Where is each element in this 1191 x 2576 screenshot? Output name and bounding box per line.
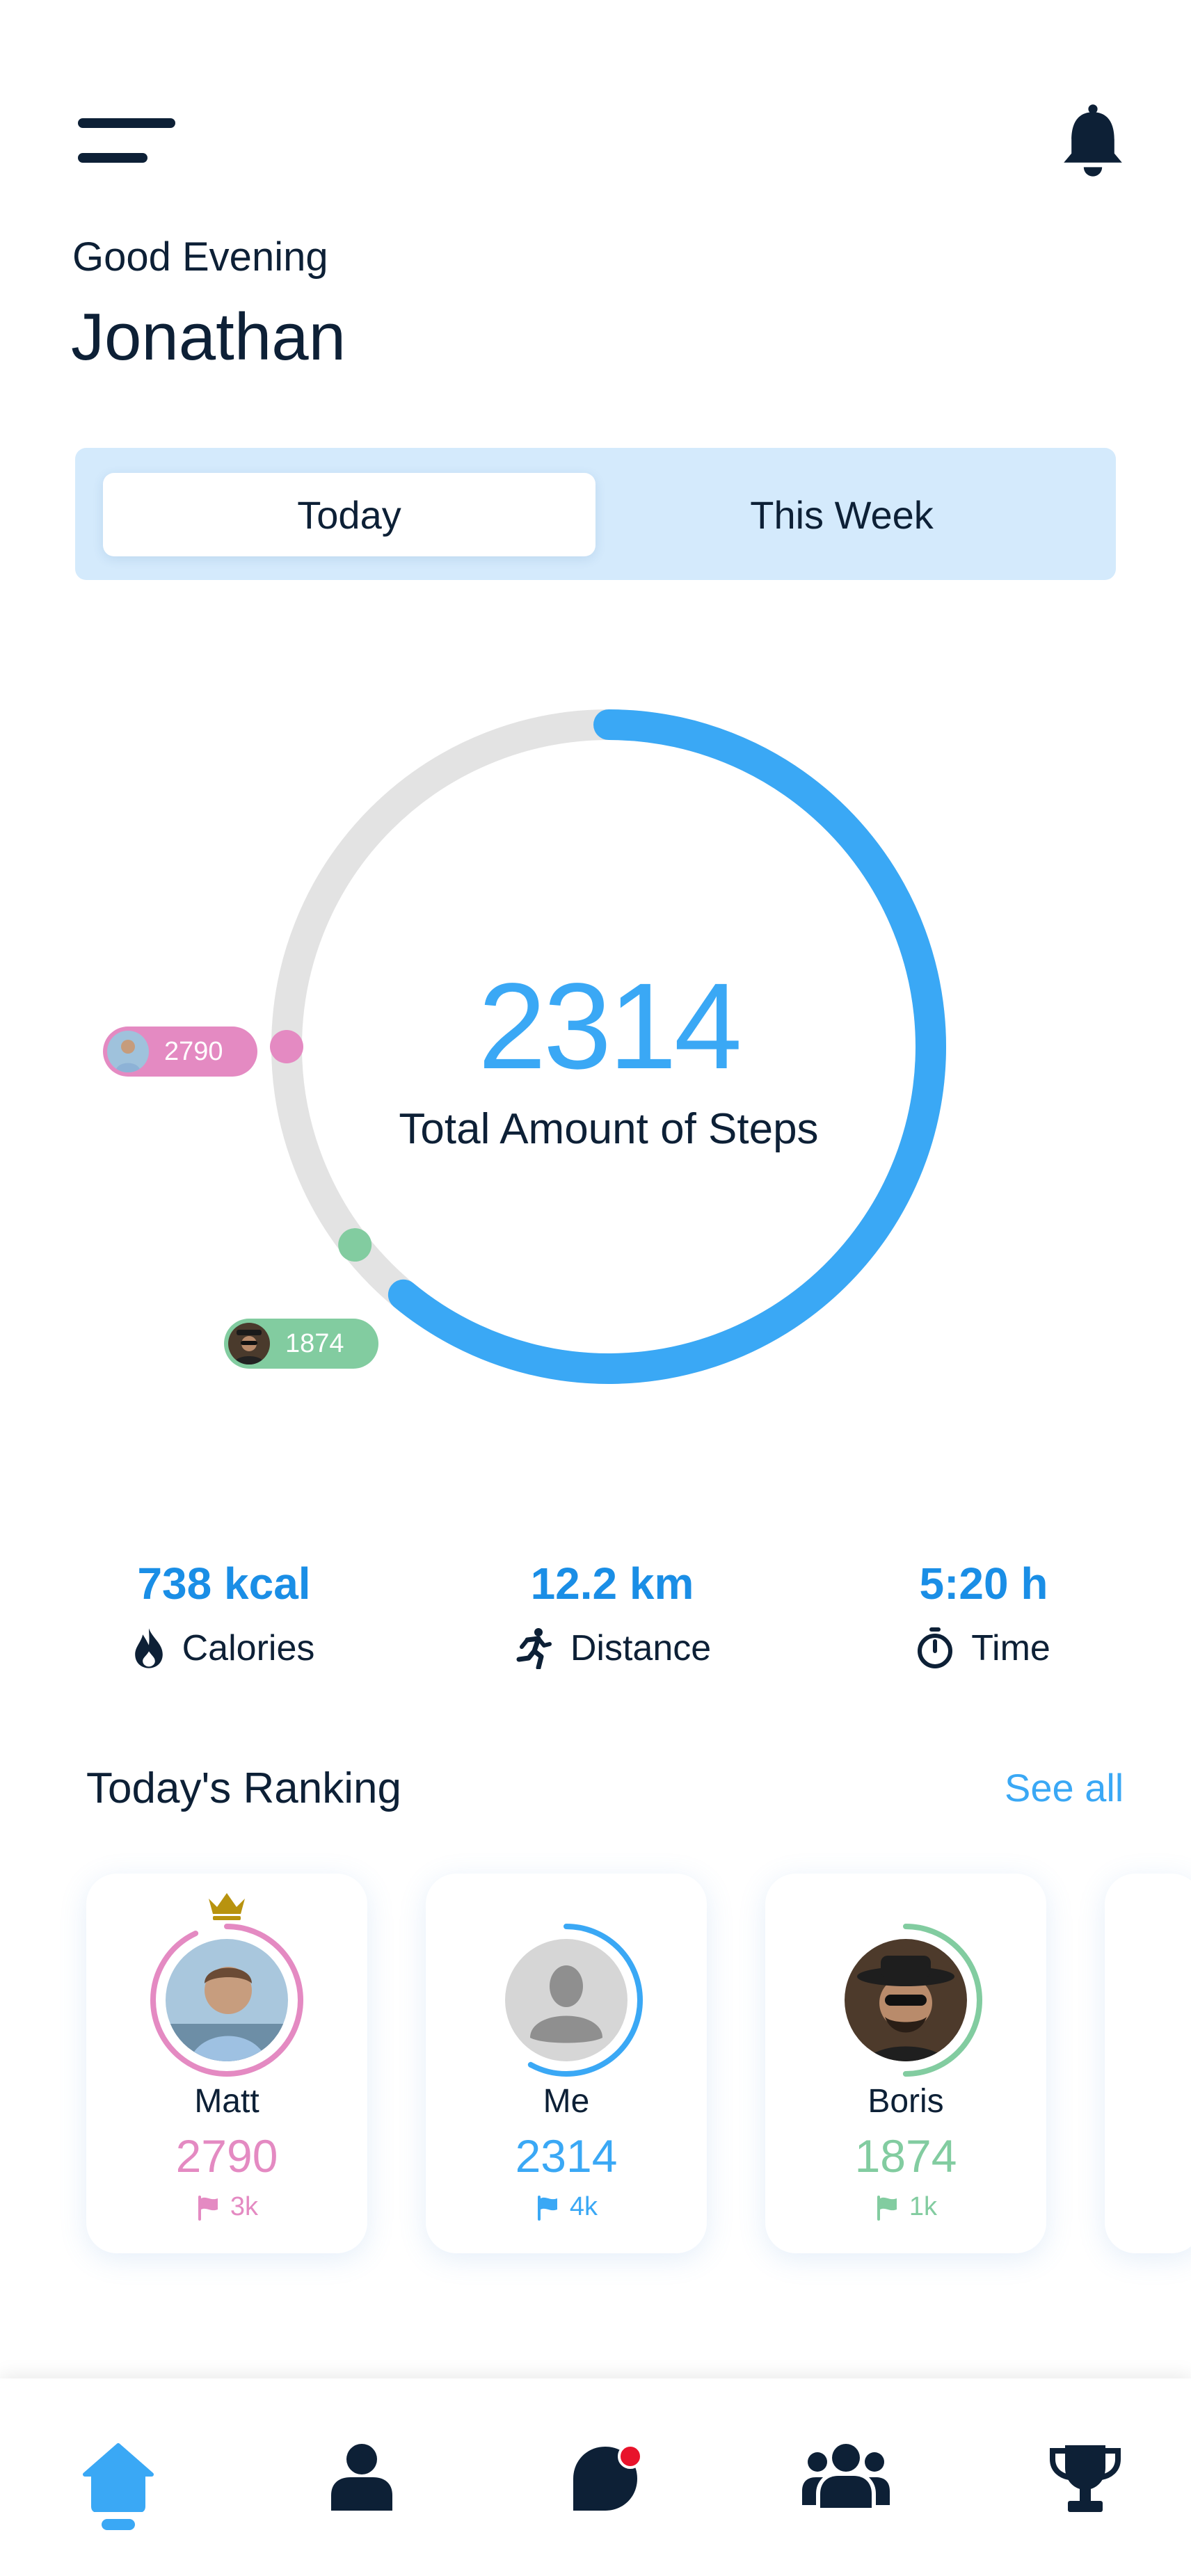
period-tabs: Today This Week bbox=[75, 448, 1116, 580]
chat-notification-badge bbox=[618, 2444, 643, 2469]
chat-icon bbox=[573, 2444, 643, 2511]
ranking-title: Today's Ranking bbox=[86, 1764, 401, 1812]
menu-button[interactable] bbox=[78, 111, 178, 167]
crown-icon bbox=[209, 1893, 245, 1920]
profile-icon bbox=[331, 2444, 392, 2511]
stopwatch-icon bbox=[918, 1627, 953, 1668]
matt-steps-marker[interactable]: 2790 bbox=[103, 1027, 257, 1077]
boris-steps-marker[interactable]: 1874 bbox=[224, 1319, 378, 1369]
ranking-score: 2790 bbox=[175, 2130, 278, 2182]
ranking-card-boris[interactable]: Boris 1874 1k bbox=[765, 1874, 1046, 2253]
nav-chat[interactable] bbox=[559, 2442, 656, 2540]
calories-value: 738 kcal bbox=[137, 1559, 311, 1609]
matt-avatar bbox=[107, 1031, 149, 1072]
ranking-goal-value: 4k bbox=[569, 2192, 598, 2221]
distance-stat: 12.2 km Distance bbox=[452, 1558, 772, 1669]
ranking-card-matt[interactable]: Matt 2790 3k bbox=[86, 1874, 367, 2253]
flag-icon bbox=[877, 2195, 897, 2221]
boris-avatar bbox=[228, 1323, 270, 1365]
boris-progress-ring bbox=[829, 1924, 982, 2077]
nav-groups[interactable] bbox=[797, 2442, 895, 2540]
nav-trophy[interactable] bbox=[1037, 2442, 1134, 2540]
ranking-goal-value: 1k bbox=[909, 2192, 938, 2221]
time-value: 5:20 h bbox=[919, 1559, 1048, 1609]
user-name: Jonathan bbox=[71, 300, 346, 374]
running-icon bbox=[516, 1628, 552, 1669]
ranking-name: Matt bbox=[194, 2083, 259, 2120]
boris-steps-value: 1874 bbox=[285, 1328, 344, 1358]
tab-this-week[interactable]: This Week bbox=[596, 473, 1088, 556]
boris-avatar-photo bbox=[845, 1939, 967, 2061]
calories-label: Calories bbox=[182, 1628, 315, 1668]
ranking-goal: 1k bbox=[765, 2192, 1046, 2222]
matt-steps-value: 2790 bbox=[164, 1036, 223, 1066]
home-icon bbox=[83, 2443, 154, 2512]
ranking-score: 2314 bbox=[515, 2130, 618, 2182]
calories-stat: 738 kcal Calories bbox=[64, 1558, 384, 1669]
groups-icon bbox=[802, 2444, 890, 2508]
greeting-text: Good Evening bbox=[72, 234, 328, 280]
bottom-nav bbox=[0, 2378, 1191, 2576]
time-label-row: Time bbox=[824, 1627, 1144, 1669]
distance-label: Distance bbox=[570, 1628, 712, 1668]
ranking-name: Boris bbox=[868, 2083, 944, 2120]
ranking-score: 1874 bbox=[854, 2130, 957, 2182]
menu-line bbox=[78, 153, 147, 163]
ranking-goal: 3k bbox=[86, 2192, 367, 2222]
nav-profile[interactable] bbox=[313, 2442, 410, 2540]
menu-line bbox=[78, 118, 175, 128]
flame-icon bbox=[134, 1628, 163, 1668]
distance-label-row: Distance bbox=[452, 1627, 772, 1669]
ranking-name: Me bbox=[543, 2083, 590, 2120]
matt-avatar-photo bbox=[166, 1939, 288, 2061]
time-label: Time bbox=[971, 1628, 1050, 1668]
ranking-goal-value: 3k bbox=[230, 2192, 259, 2221]
time-stat: 5:20 h Time bbox=[824, 1558, 1144, 1669]
ranking-card-next[interactable] bbox=[1105, 1874, 1191, 2253]
calories-label-row: Calories bbox=[64, 1627, 384, 1669]
nav-active-indicator bbox=[102, 2519, 135, 2530]
matt-progress-ring bbox=[150, 1924, 303, 2077]
flag-icon bbox=[537, 2195, 557, 2221]
tab-today[interactable]: Today bbox=[103, 473, 596, 556]
flag-icon bbox=[198, 2195, 218, 2221]
steps-label: Total Amount of Steps bbox=[399, 1105, 819, 1153]
steps-value: 2314 bbox=[478, 958, 742, 1095]
trophy-icon bbox=[1050, 2445, 1121, 2512]
bell-icon[interactable] bbox=[1055, 103, 1131, 179]
ranking-card-me[interactable]: Me 2314 4k bbox=[426, 1874, 707, 2253]
see-all-link[interactable]: See all bbox=[1005, 1765, 1124, 1810]
boris-marker-dot bbox=[338, 1228, 372, 1262]
distance-value: 12.2 km bbox=[530, 1559, 694, 1609]
ranking-goal: 4k bbox=[426, 2192, 707, 2222]
me-progress-ring bbox=[490, 1924, 643, 2077]
